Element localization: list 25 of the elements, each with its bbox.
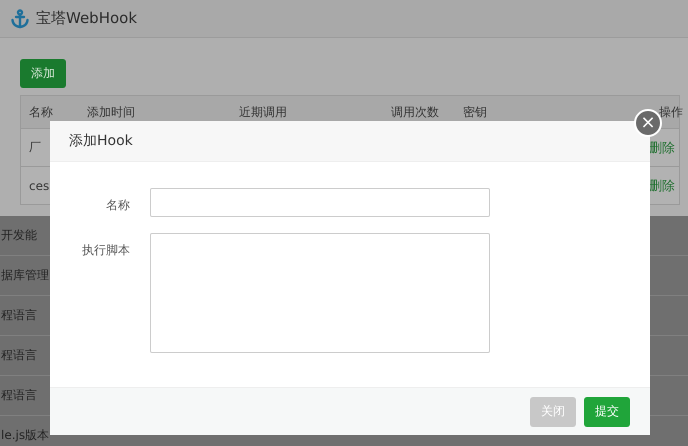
column-header: 添加时间	[87, 104, 136, 120]
dialog-title: 添加Hook	[69, 132, 133, 150]
column-header: 操作	[659, 104, 683, 120]
column-header: 密钥	[463, 104, 488, 120]
list-item: 据库管理	[1, 267, 49, 284]
delete-link[interactable]: 删除	[649, 138, 679, 156]
table-cell: 厂	[29, 139, 41, 156]
column-header: 近期调用	[239, 104, 288, 120]
script-field[interactable]	[150, 233, 490, 353]
window-title: 宝塔WebHook	[36, 9, 138, 28]
field-label: 名称	[105, 197, 131, 214]
anchor-icon	[10, 8, 30, 28]
field-label: 执行脚本	[81, 242, 131, 259]
column-header: 名称	[29, 104, 54, 120]
submit-button[interactable]: 提交	[584, 396, 630, 426]
list-item: 程语言	[1, 307, 37, 324]
name-field[interactable]	[150, 188, 490, 217]
list-item: 程语言	[1, 387, 37, 404]
list-item: 开发能	[1, 227, 37, 244]
add-button[interactable]: 添加	[20, 59, 66, 88]
table-cell: ces	[29, 178, 50, 192]
column-header: 调用次数	[391, 104, 440, 120]
list-item: le.js版本	[1, 427, 50, 444]
delete-link[interactable]: 删除	[649, 176, 679, 194]
list-item: 程语言	[1, 347, 37, 364]
